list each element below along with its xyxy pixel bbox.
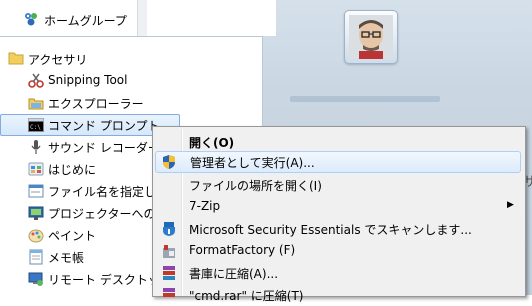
menu-item-mse-scan[interactable]: Microsoft Security Essentials でスキャンします..… — [155, 218, 521, 240]
menu-item-label: 管理者として実行(A)... — [190, 156, 315, 170]
paint-icon — [28, 229, 44, 243]
notepad-icon — [29, 249, 43, 265]
remote-desktop-icon — [28, 272, 43, 286]
folder-label: アクセサリ — [28, 53, 88, 67]
scissors-icon — [28, 73, 44, 88]
explorer-scrollbar[interactable] — [137, 0, 147, 36]
menu-item-open-location[interactable]: ファイルの場所を開く(I) — [155, 174, 521, 196]
mse-icon — [163, 222, 175, 236]
menu-item-label: Microsoft Security Essentials でスキャンします..… — [189, 223, 472, 237]
microphone-icon — [31, 140, 41, 154]
user-picture — [349, 15, 393, 59]
cmd-icon: C:\ — [28, 118, 44, 132]
winrar-icon — [163, 288, 175, 297]
explorer-nav-strip: ホームグループ — [0, 0, 136, 36]
menu-item-open[interactable]: 開く(O) — [155, 131, 521, 153]
homegroup-icon — [25, 13, 37, 26]
folder-icon — [8, 52, 24, 65]
program-label: エクスプローラー — [48, 97, 144, 111]
program-label: プロジェクターへの — [48, 207, 156, 221]
menu-item-label: 7-Zip — [189, 199, 221, 213]
program-label: はじめに — [48, 163, 97, 177]
folder-explorer-icon — [28, 98, 44, 110]
run-icon — [28, 184, 44, 198]
menu-item-7zip[interactable]: 7-Zip ▶ — [155, 196, 521, 218]
program-item[interactable]: Snipping Tool — [0, 70, 262, 92]
submenu-arrow-icon: ▶ — [507, 200, 514, 210]
menu-item-compress-cmd-rar[interactable]: "cmd.rar" に圧縮(T) — [155, 284, 521, 306]
program-label: ファイル名を指定し — [48, 185, 157, 199]
folder-accessories[interactable]: アクセサリ — [0, 48, 262, 70]
program-label: コマンド プロンプト — [48, 119, 160, 133]
svg-text:C:\: C:\ — [30, 124, 41, 131]
window-background — [146, 0, 276, 36]
menu-item-label: "cmd.rar" に圧縮(T) — [189, 289, 304, 303]
menu-item-label: 書庫に圧縮(A)... — [189, 267, 279, 281]
homegroup-label[interactable]: ホームグループ — [44, 12, 127, 29]
program-label: リモート デスクトッ — [48, 273, 160, 287]
program-label: ペイント — [48, 229, 97, 243]
winrar-icon — [163, 266, 175, 280]
menu-item-run-as-admin[interactable]: 管理者として実行(A)... — [155, 151, 521, 173]
menu-item-formatfactory[interactable]: FormatFactory (F) — [155, 240, 521, 262]
program-label: サウンド レコーダー — [48, 141, 160, 155]
menu-item-add-to-archive[interactable]: 書庫に圧縮(A)... — [155, 262, 521, 284]
blurred-text — [290, 96, 440, 102]
start-icon — [28, 162, 44, 176]
menu-item-label: ファイルの場所を開く(I) — [189, 179, 322, 193]
program-label: メモ帳 — [48, 251, 85, 265]
formatfactory-icon — [163, 245, 175, 258]
context-menu: 開く(O) 管理者として実行(A)... ファイルの場所を開く(I) 7-Zip… — [152, 126, 526, 303]
program-item[interactable]: エクスプローラー — [0, 92, 262, 114]
uac-shield-icon — [163, 155, 175, 169]
program-label: Snipping Tool — [48, 73, 128, 87]
user-avatar[interactable] — [344, 10, 398, 64]
menu-item-label: 開く(O) — [189, 136, 235, 150]
projector-icon — [28, 206, 44, 220]
menu-item-label: FormatFactory (F) — [189, 243, 296, 257]
